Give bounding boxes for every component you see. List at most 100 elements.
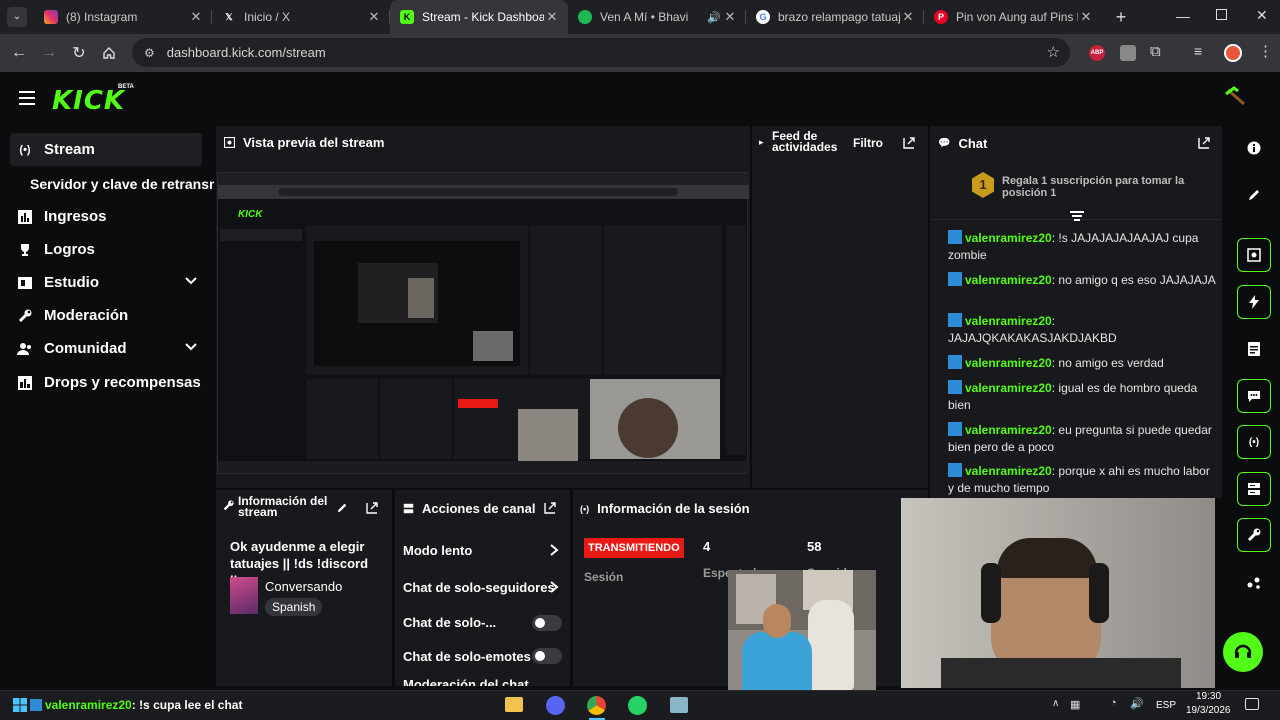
feed-collapse-icon[interactable]: ▸ [759,137,764,148]
close-icon[interactable]: ✕ [366,9,382,25]
layout-button[interactable] [1237,565,1271,599]
pencil-icon[interactable] [336,502,348,514]
chat-message[interactable]: valenramirez20: no amigo es verdad [948,355,1216,372]
info-button[interactable] [1237,131,1271,165]
chevron-down-icon[interactable] [184,274,198,288]
sidebar-item-comunidad[interactable]: Comunidad [10,332,202,365]
followers-only-row[interactable]: Chat de solo-seguidores [403,576,563,598]
extension-icon[interactable] [1120,45,1136,61]
whatsapp-icon[interactable] [628,696,647,715]
stream-info-toggle-button[interactable] [1237,472,1271,506]
browser-tab-x[interactable]: 𝕏 Inicio / X ✕ [212,0,390,34]
tab-search-button[interactable]: ⌄ [0,2,34,32]
taskbar-date[interactable]: 19/3/2026 [1186,705,1231,716]
emotes-only-toggle[interactable] [532,648,562,664]
popout-icon[interactable] [1197,136,1211,150]
category-name[interactable]: Conversando [265,579,342,594]
chat-username[interactable]: valenramirez20 [965,423,1052,437]
new-tab-button[interactable]: + [1106,2,1136,32]
sidebar-item-estudio[interactable]: Estudio [10,266,202,299]
chat-username[interactable]: valenramirez20 [965,314,1052,328]
chat-username[interactable]: valenramirez20 [965,464,1052,478]
close-icon[interactable]: ✕ [1078,9,1094,25]
chevron-right-icon[interactable] [548,580,560,594]
chevron-right-icon[interactable] [548,543,560,557]
volume-icon[interactable]: 🔊 [1130,697,1144,710]
close-icon[interactable]: ✕ [722,9,738,25]
sidebar-item-logros[interactable]: Logros [10,233,202,266]
input-language[interactable]: ESP [1156,700,1176,711]
feed-filter-button[interactable]: Filtro [853,136,883,150]
close-icon[interactable]: ✕ [188,9,204,25]
site-info-icon[interactable]: ⚙ [144,46,155,60]
sidebar-item-drops[interactable]: Drops y recompensas [10,366,202,399]
chat-message[interactable]: valenramirez20: JAJAJQKAKAKASJAKDJAKBD [948,313,1216,347]
notes-button[interactable] [1237,332,1271,366]
moderation-toggle-button[interactable] [1237,518,1271,552]
chat-username[interactable]: valenramirez20 [965,231,1052,245]
chevron-down-icon[interactable] [184,340,198,354]
bookmark-star-icon[interactable]: ☆ [1047,43,1060,61]
chat-message[interactable]: valenramirez20: !s JAJAJAJAJAAJAJ cupa z… [948,230,1216,264]
browser-tab-spotify[interactable]: Ven A Mí • Bhavi 🔊 ✕ [568,0,746,34]
preview-toggle-button[interactable] [1237,238,1271,272]
browser-menu-icon[interactable]: ⋮ [1258,42,1273,60]
taskbar-time[interactable]: 19:30 [1196,691,1221,702]
discord-icon[interactable] [546,696,565,715]
media-control-icon[interactable]: ≡ [1194,43,1202,59]
reload-button[interactable]: ↻ [64,38,94,68]
maximize-button[interactable] [1216,9,1227,20]
close-window-button[interactable]: ✕ [1256,7,1268,24]
notification-center-icon[interactable] [1245,698,1259,710]
popout-icon[interactable] [543,501,557,515]
chrome-icon[interactable] [587,696,606,715]
wifi-icon[interactable]: ◔ [1110,697,1117,709]
adblock-extension-icon[interactable]: ABP [1089,45,1105,61]
tray-chevron-icon[interactable]: ∧ [1052,698,1059,709]
chat-toggle-button[interactable] [1237,379,1271,413]
back-button[interactable]: ← [4,38,34,68]
browser-tab-google[interactable]: G brazo relampago tatuaje ✕ [746,0,924,34]
sidebar-item-moderacion[interactable]: Moderación [10,299,202,332]
app-icon[interactable] [670,697,688,713]
chat-message[interactable]: valenramirez20: porque x ahi es mucho la… [948,463,1216,497]
popout-icon[interactable] [365,501,379,515]
url-bar[interactable]: ⚙ dashboard.kick.com/stream ☆ [132,38,1070,67]
chat-message[interactable]: valenramirez20: no amigo q es eso JAJAJA… [948,272,1216,289]
chat-message[interactable]: valenramirez20: eu pregunta si puede que… [948,422,1216,456]
stream-preview-video[interactable]: KICK [217,172,749,474]
sidebar-item-ingresos[interactable]: Ingresos [10,200,202,233]
browser-tab-kick[interactable]: K Stream - Kick Dashboard ✕ [390,0,568,34]
subscribers-only-toggle[interactable] [532,615,562,631]
sidebar-item-server-key[interactable]: Servidor y clave de retransmisión [24,167,214,200]
chat-username[interactable]: valenramirez20 [965,273,1052,287]
taskbar-chat-notification[interactable]: valenramirez20: !s cupa lee el chat [30,698,242,712]
popout-icon[interactable] [902,136,916,150]
file-explorer-icon[interactable] [505,697,523,712]
pinned-sub-banner[interactable]: 1 Regala 1 suscripción para tomar la pos… [932,166,1220,221]
chat-moderation-row[interactable]: Moderación del chat [403,677,563,686]
chat-username[interactable]: valenramirez20 [965,356,1052,370]
browser-tab-instagram[interactable]: (8) Instagram ✕ [34,0,212,34]
chat-message[interactable]: valenramirez20: igual es de hombro queda… [948,380,1216,414]
activity-feed-toggle-button[interactable] [1237,285,1271,319]
profile-avatar[interactable] [1224,44,1242,62]
edit-button[interactable] [1237,178,1271,212]
speaker-icon[interactable]: 🔊 [706,11,722,24]
sidebar-item-stream[interactable]: (•) Stream [10,133,202,166]
support-button[interactable] [1223,632,1263,672]
extensions-puzzle-icon[interactable]: ⧉ [1150,43,1161,60]
windows-start-icon[interactable] [13,698,27,712]
kick-logo[interactable]: KICK [52,86,125,116]
close-icon[interactable]: ✕ [900,9,916,25]
hamburger-menu-icon[interactable] [19,91,35,105]
home-button[interactable] [94,38,124,68]
network-icon[interactable]: ▦ [1070,698,1080,711]
session-info-toggle-button[interactable]: (•) [1237,425,1271,459]
close-icon[interactable]: ✕ [544,9,560,25]
browser-tab-pinterest[interactable]: P Pin von Aung auf Pins by y ✕ [924,0,1102,34]
user-avatar[interactable] [1224,86,1248,108]
chat-username[interactable]: valenramirez20 [965,381,1052,395]
slow-mode-row[interactable]: Modo lento [403,539,563,561]
minimize-button[interactable]: — [1176,8,1190,24]
